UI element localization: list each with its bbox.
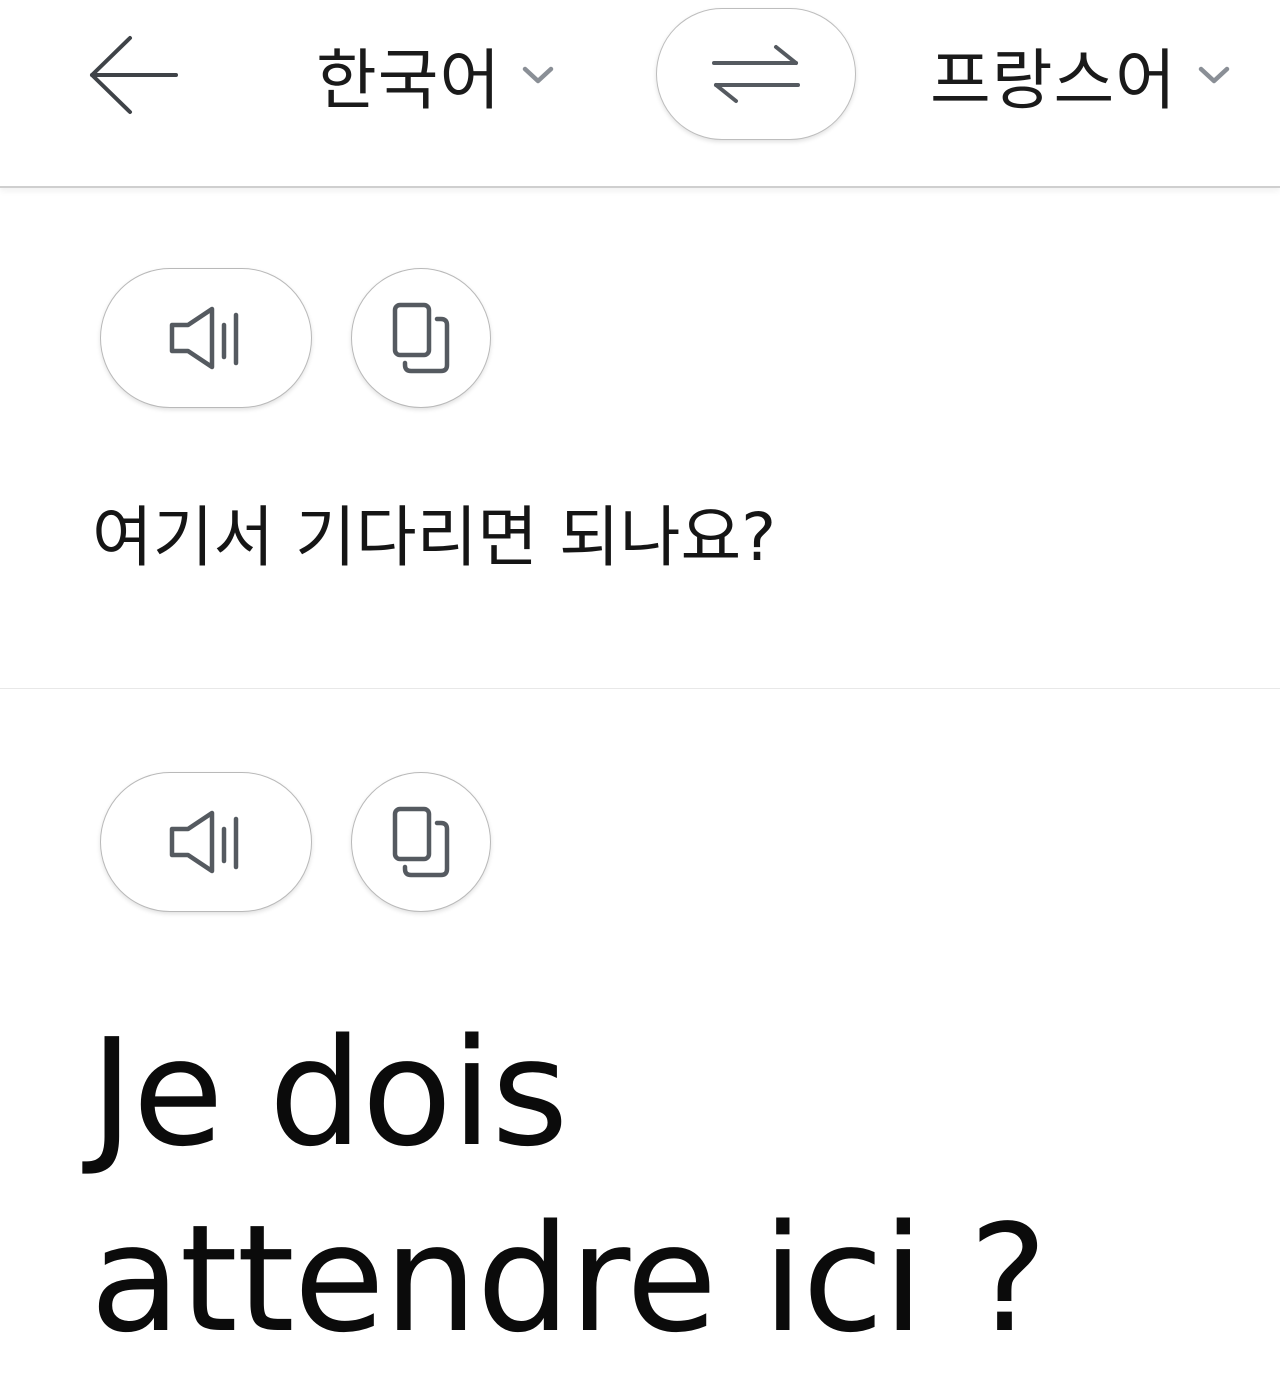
- arrow-left-icon: [90, 36, 178, 114]
- speaker-icon: [169, 306, 239, 370]
- target-language-label: 프랑스어: [930, 42, 1177, 119]
- chevron-down-icon: [521, 64, 555, 86]
- speaker-icon: [169, 810, 239, 874]
- swap-languages-button[interactable]: [656, 8, 856, 140]
- speak-source-button[interactable]: [100, 268, 312, 408]
- copy-translation-button[interactable]: [351, 772, 491, 912]
- swap-arrows-icon: [712, 45, 800, 103]
- copy-source-button[interactable]: [351, 268, 491, 408]
- source-text: 여기서 기다리면 되나요?: [92, 499, 777, 576]
- chevron-down-icon: [1197, 64, 1231, 86]
- translated-text: Je dois attendre ici ?: [90, 1007, 1047, 1365]
- top-app-bar: 한국어 프랑스어: [0, 0, 1280, 188]
- source-text-section: 여기서 기다리면 되나요?: [0, 188, 1280, 689]
- copy-icon: [392, 302, 450, 374]
- target-language-selector[interactable]: 프랑스어: [930, 20, 1231, 130]
- speak-translation-button[interactable]: [100, 772, 312, 912]
- back-button[interactable]: [70, 20, 190, 130]
- source-language-selector[interactable]: 한국어: [316, 20, 555, 130]
- translation-section: Je dois attendre ici ?: [0, 690, 1280, 1375]
- source-language-label: 한국어: [316, 42, 502, 119]
- copy-icon: [392, 806, 450, 878]
